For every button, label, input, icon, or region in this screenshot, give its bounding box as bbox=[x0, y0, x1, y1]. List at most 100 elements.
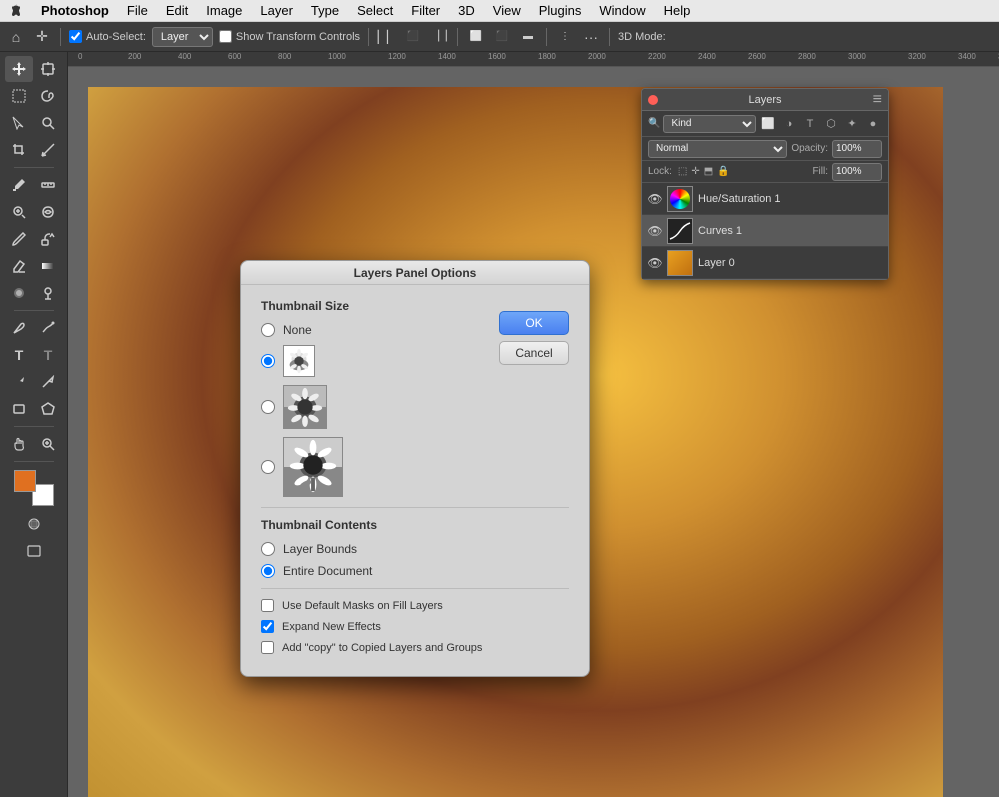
layer-item-curves[interactable]: 👁 Curves 1 bbox=[642, 215, 888, 247]
layer-visibility-huesat[interactable]: 👁 bbox=[648, 192, 662, 206]
menu-edit[interactable]: Edit bbox=[159, 1, 195, 20]
radio-large[interactable] bbox=[261, 460, 275, 474]
fill-input[interactable] bbox=[832, 163, 882, 181]
toolbar-separator-2 bbox=[14, 310, 54, 311]
blur-tool-btn[interactable] bbox=[5, 280, 33, 306]
type-tool-btn[interactable]: T bbox=[5, 342, 33, 368]
radio-layer-bounds[interactable] bbox=[261, 542, 275, 556]
opacity-input[interactable] bbox=[832, 140, 882, 158]
custom-shape-tool-btn[interactable] bbox=[34, 396, 62, 422]
move-tool-btn[interactable] bbox=[5, 56, 33, 82]
slice-tool-btn[interactable] bbox=[34, 137, 62, 163]
radio-none[interactable] bbox=[261, 323, 275, 337]
menu-help[interactable]: Help bbox=[657, 1, 698, 20]
healing-tool-btn[interactable] bbox=[5, 199, 33, 225]
quick-selection-tool-btn[interactable] bbox=[34, 110, 62, 136]
menu-layer[interactable]: Layer bbox=[253, 1, 300, 20]
screen-mode-btn[interactable] bbox=[20, 538, 48, 564]
lock-artboard-icon[interactable]: ⬒ bbox=[704, 166, 713, 177]
ruler-tool-btn[interactable] bbox=[34, 172, 62, 198]
color-swatches[interactable] bbox=[14, 470, 54, 506]
zoom-tool-btn[interactable] bbox=[34, 431, 62, 457]
clone-tool-btn[interactable] bbox=[34, 226, 62, 252]
autoselect-label: Auto-Select: bbox=[69, 30, 146, 43]
home-icon[interactable]: ⌂ bbox=[6, 27, 26, 47]
align-bottom-icon[interactable]: ▬ bbox=[518, 27, 538, 47]
layer-name-curves: Curves 1 bbox=[698, 225, 882, 237]
autoselect-checkbox[interactable] bbox=[69, 30, 82, 43]
move-icon[interactable]: ✛ bbox=[32, 27, 52, 47]
dialog-title: Layers Panel Options bbox=[354, 266, 477, 280]
adjust-filter-btn[interactable]: ◑ bbox=[780, 115, 798, 133]
filter-toggle-btn[interactable]: ● bbox=[864, 115, 882, 133]
dodge-tool-btn[interactable] bbox=[34, 280, 62, 306]
blend-mode-select[interactable]: Normal bbox=[648, 140, 787, 158]
layer-visibility-layer0[interactable]: 👁 bbox=[648, 256, 662, 270]
dialog-ok-btn[interactable]: OK bbox=[499, 311, 569, 335]
layers-panel-menu-btn[interactable]: ≡ bbox=[873, 91, 882, 109]
align-left-icon[interactable]: ▏▏ bbox=[377, 27, 397, 47]
eyedropper-tool-btn[interactable] bbox=[5, 172, 33, 198]
patch-tool-btn[interactable] bbox=[34, 199, 62, 225]
marquee-rect-tool-btn[interactable] bbox=[5, 83, 33, 109]
transform-controls-checkbox[interactable] bbox=[219, 30, 232, 43]
distribute-icon[interactable]: ⋮ bbox=[555, 27, 575, 47]
radio-entire-document[interactable] bbox=[261, 564, 275, 578]
menu-view[interactable]: View bbox=[486, 1, 528, 20]
pixel-filter-btn[interactable]: ⬜ bbox=[759, 115, 777, 133]
menu-plugins[interactable]: Plugins bbox=[532, 1, 589, 20]
align-right-icon[interactable]: ▕▕ bbox=[429, 27, 449, 47]
artboard-tool-btn[interactable] bbox=[34, 56, 62, 82]
rectangle-shape-tool-btn[interactable] bbox=[5, 396, 33, 422]
foreground-color-swatch[interactable] bbox=[14, 470, 36, 492]
menu-window[interactable]: Window bbox=[592, 1, 652, 20]
menu-3d[interactable]: 3D bbox=[451, 1, 482, 20]
menu-file[interactable]: File bbox=[120, 1, 155, 20]
quick-mask-btn[interactable] bbox=[20, 511, 48, 537]
lock-pixels-icon[interactable]: ⬚ bbox=[678, 166, 687, 177]
tool-row-move bbox=[0, 56, 67, 82]
align-center-h-icon[interactable]: ⬛ bbox=[403, 27, 423, 47]
freeform-pen-tool-btn[interactable] bbox=[34, 315, 62, 341]
pen-tool-btn[interactable] bbox=[5, 315, 33, 341]
checkbox-default-masks[interactable] bbox=[261, 599, 274, 612]
layer-kind-select[interactable]: Kind bbox=[663, 115, 756, 133]
lock-position-icon[interactable]: ✛ bbox=[691, 166, 699, 177]
checkbox-expand-effects[interactable] bbox=[261, 620, 274, 633]
type-mask-tool-btn[interactable]: T bbox=[34, 342, 62, 368]
autoselect-select[interactable]: Layer Group bbox=[152, 27, 213, 47]
smart-filter-btn[interactable]: ✦ bbox=[843, 115, 861, 133]
checkbox-add-copy[interactable] bbox=[261, 641, 274, 654]
align-middle-icon[interactable]: ⬛ bbox=[492, 27, 512, 47]
menu-image[interactable]: Image bbox=[199, 1, 249, 20]
crop-tool-btn[interactable] bbox=[5, 137, 33, 163]
direct-selection-tool-btn[interactable] bbox=[34, 369, 62, 395]
menu-type[interactable]: Type bbox=[304, 1, 346, 20]
object-selection-tool-btn[interactable] bbox=[5, 110, 33, 136]
eraser-tool-btn[interactable] bbox=[5, 253, 33, 279]
align-top-icon[interactable]: ⬜ bbox=[466, 27, 486, 47]
menu-filter[interactable]: Filter bbox=[404, 1, 447, 20]
apple-logo-icon[interactable] bbox=[8, 3, 24, 19]
type-filter-btn[interactable]: T bbox=[801, 115, 819, 133]
layer-item-layer0[interactable]: 👁 Layer 0 bbox=[642, 247, 888, 279]
menu-select[interactable]: Select bbox=[350, 1, 400, 20]
radio-medium[interactable] bbox=[261, 400, 275, 414]
layer-item-huesat[interactable]: 👁 Hue/Saturation 1 bbox=[642, 183, 888, 215]
checkbox-option-default-masks: Use Default Masks on Fill Layers bbox=[261, 599, 569, 612]
path-selection-tool-btn[interactable] bbox=[5, 369, 33, 395]
radio-small[interactable] bbox=[261, 354, 275, 368]
layer-visibility-curves[interactable]: 👁 bbox=[648, 224, 662, 238]
more-options-icon[interactable]: ··· bbox=[581, 27, 601, 47]
hand-tool-btn[interactable] bbox=[5, 431, 33, 457]
gradient-tool-btn[interactable] bbox=[34, 253, 62, 279]
fill-label: Fill: bbox=[812, 166, 828, 177]
brush-tool-btn[interactable] bbox=[5, 226, 33, 252]
dialog-cancel-btn[interactable]: Cancel bbox=[499, 341, 569, 365]
layers-panel-toolbar: 🔍 Kind ⬜ ◑ T ⬡ ✦ ● bbox=[642, 111, 888, 137]
menu-photoshop[interactable]: Photoshop bbox=[34, 1, 116, 20]
shape-filter-btn[interactable]: ⬡ bbox=[822, 115, 840, 133]
lock-all-icon[interactable]: 🔒 bbox=[717, 166, 729, 177]
lasso-tool-btn[interactable] bbox=[34, 83, 62, 109]
layers-panel-close-btn[interactable] bbox=[648, 95, 658, 105]
